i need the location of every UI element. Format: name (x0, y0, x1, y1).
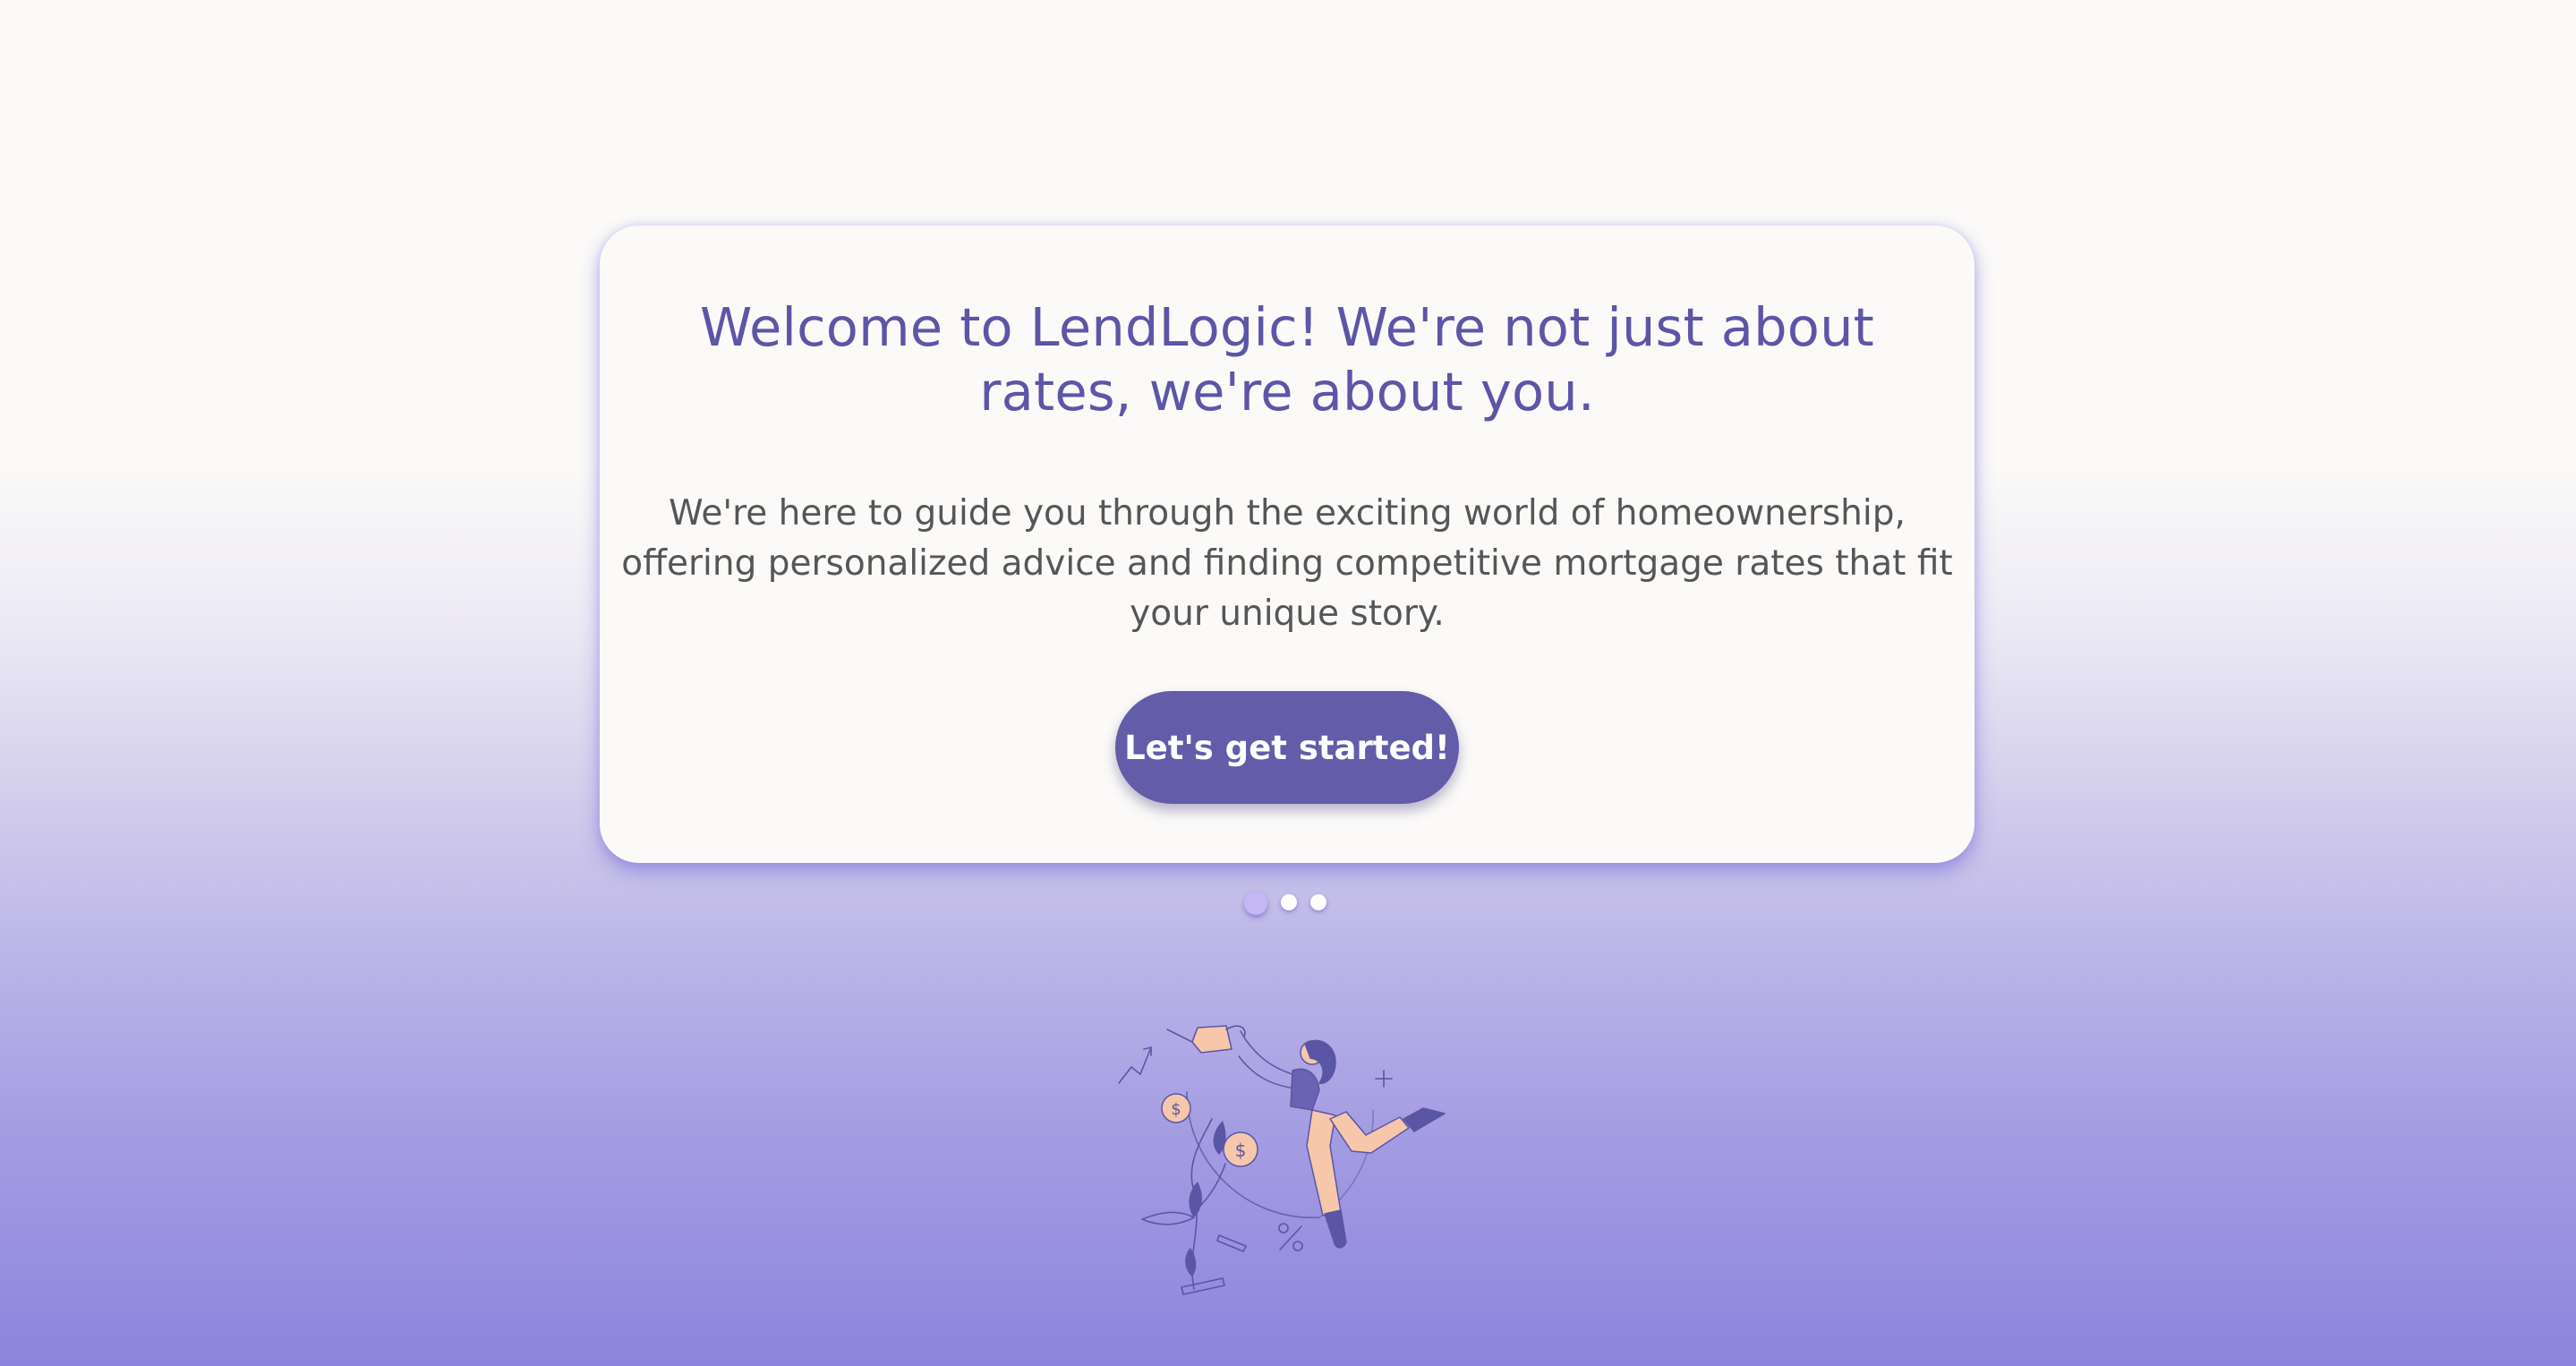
carousel-dot-2[interactable] (1281, 894, 1297, 910)
welcome-heading: Welcome to LendLogic! We're not just abo… (699, 296, 1875, 423)
get-started-button[interactable]: Let's get started! (1115, 691, 1459, 804)
carousel-pagination (1244, 890, 1334, 917)
carousel-dot-3[interactable] (1310, 894, 1326, 910)
svg-text:$: $ (1235, 1140, 1247, 1161)
person-watering-money-plant-icon: $ $ (1118, 1025, 1446, 1295)
svg-text:$: $ (1171, 1100, 1181, 1119)
welcome-description: We're here to guide you through the exci… (621, 493, 1953, 634)
carousel-dot-1[interactable] (1244, 892, 1267, 915)
welcome-card: Welcome to LendLogic! We're not just abo… (600, 226, 1975, 863)
